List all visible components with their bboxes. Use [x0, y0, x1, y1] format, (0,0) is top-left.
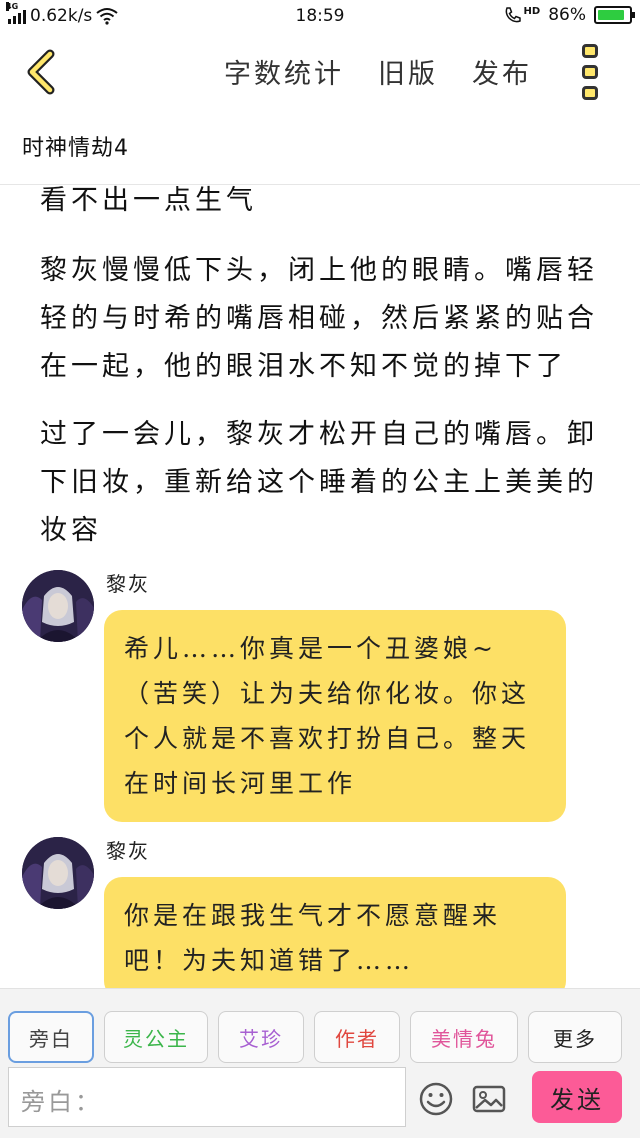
more-roles-button[interactable]: 更多 [528, 1011, 622, 1063]
input-panel: 旁白 灵公主 艾珍 作者 美情兔 更多 旁白： 发送 [0, 988, 640, 1138]
narration-paragraph: 黎灰慢慢低下头，闭上他的眼睛。嘴唇轻轻的与时希的嘴唇相碰，然后紧紧的贴合在一起，… [40, 255, 598, 382]
chat-message: 黎灰 你是在跟我生气才不愿意醒来吧！为夫知道错了…… [22, 837, 582, 988]
role-tab-aizhen[interactable]: 艾珍 [218, 1011, 304, 1063]
old-version-button[interactable]: 旧版 [378, 52, 438, 91]
avatar[interactable] [22, 570, 94, 642]
input-placeholder: 旁白： [21, 1088, 102, 1116]
role-tab-meiqingtu[interactable]: 美情兔 [410, 1011, 518, 1063]
clock: 18:59 [295, 6, 345, 26]
battery-percent: 86% [548, 5, 586, 25]
chat-message: 黎灰 希儿……你真是一个丑婆娘~（苦笑）让为夫给你化妆。你这个人就是不喜欢打扮自… [22, 570, 582, 822]
battery-level-fill [598, 10, 624, 20]
document-title: 时神情劫4 [22, 136, 129, 161]
send-button[interactable]: 发送 [532, 1071, 622, 1123]
role-tab-narrator[interactable]: 旁白 [8, 1011, 94, 1063]
narration-paragraph: 看不出一点生气 [40, 185, 257, 216]
speaker-name: 黎灰 [106, 839, 150, 863]
image-icon[interactable] [471, 1081, 507, 1117]
emoji-icon[interactable] [418, 1081, 454, 1117]
top-toolbar: 字数统计 旧版 发布 [0, 34, 640, 110]
role-tab-author[interactable]: 作者 [314, 1011, 400, 1063]
publish-button[interactable]: 发布 [472, 52, 532, 91]
narration-paragraph: 过了一会儿，黎灰才松开自己的嘴唇。卸下旧妆，重新给这个睡着的公主上美美的妆容 [40, 419, 598, 546]
hd-tag: HD [523, 5, 541, 17]
message-bubble: 你是在跟我生气才不愿意醒来吧！为夫知道错了…… [104, 877, 566, 988]
role-selector: 旁白 灵公主 艾珍 作者 美情兔 更多 [8, 1011, 622, 1063]
status-bar: 4G 0.62k/s 18:59 HD 86% [0, 0, 640, 34]
battery-icon [594, 6, 635, 24]
role-tab-ling-princess[interactable]: 灵公主 [104, 1011, 208, 1063]
story-content[interactable]: 看不出一点生气 黎灰慢慢低下头，闭上他的眼睛。嘴唇轻轻的与时希的嘴唇相碰，然后紧… [0, 185, 640, 988]
phone-call-icon [505, 7, 521, 23]
message-bubble: 希儿……你真是一个丑婆娘~（苦笑）让为夫给你化妆。你这个人就是不喜欢打扮自己。整… [104, 610, 566, 822]
back-arrow-icon[interactable] [20, 48, 64, 96]
avatar[interactable] [22, 837, 94, 909]
word-count-button[interactable]: 字数统计 [224, 52, 344, 91]
more-menu-icon[interactable] [578, 44, 602, 100]
speaker-name: 黎灰 [106, 572, 150, 596]
message-input[interactable]: 旁白： [8, 1067, 406, 1127]
